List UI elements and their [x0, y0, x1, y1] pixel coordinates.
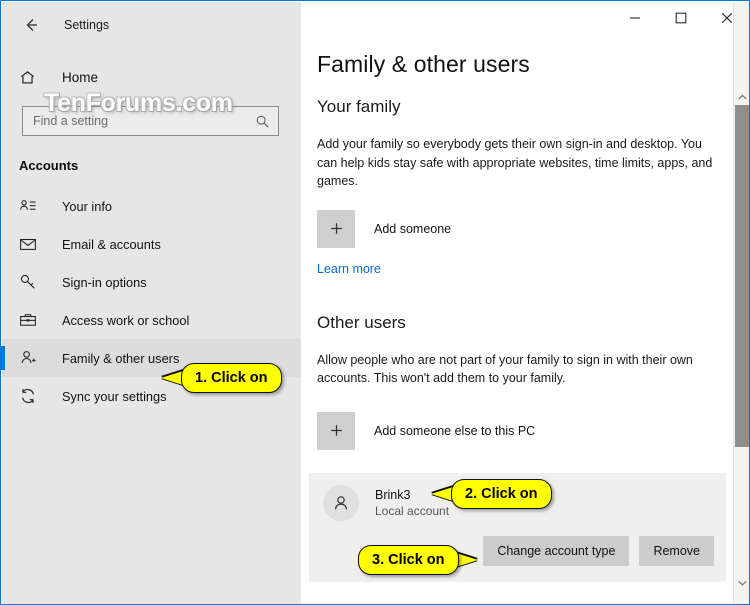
sidebar-item-email-accounts[interactable]: Email & accounts	[2, 225, 301, 263]
sync-icon	[19, 387, 43, 405]
chevron-up-icon[interactable]	[734, 88, 749, 105]
person-add-icon	[19, 349, 43, 367]
callout-3-tail	[456, 553, 478, 567]
sidebar-item-sync-your-settings-label: Sync your settings	[62, 388, 167, 404]
search-placeholder: Find a setting	[33, 114, 109, 128]
sidebar-item-your-info[interactable]: Your info	[2, 187, 301, 225]
minimize-button[interactable]	[612, 2, 658, 34]
plus-icon	[317, 411, 355, 450]
other-users-description: Allow people who are not part of your fa…	[317, 352, 693, 386]
back-arrow-icon[interactable]	[16, 10, 46, 40]
callout-step-2: 2. Click on	[451, 479, 552, 509]
callout-2-tail	[431, 487, 453, 501]
briefcase-icon	[19, 311, 43, 329]
add-someone-button[interactable]: Add someone	[317, 209, 749, 248]
scrollbar-thumb[interactable]	[735, 105, 749, 447]
user-account-type: Local account	[375, 504, 450, 518]
maximize-button[interactable]	[658, 2, 704, 34]
callout-step-1: 1. Click on	[181, 363, 282, 393]
sidebar-item-sign-in-options-label: Sign-in options	[62, 274, 147, 290]
sidebar-item-sign-in-options[interactable]: Sign-in options	[2, 263, 301, 301]
contact-card-icon	[19, 197, 43, 215]
window-title: Settings	[64, 17, 110, 32]
sidebar: Settings Home Find a setting TenForums.c…	[1, 2, 301, 604]
chevron-down-icon[interactable]	[734, 574, 749, 591]
other-users-heading: Other users	[317, 312, 406, 332]
search-icon	[255, 114, 270, 129]
add-someone-label: Add someone	[374, 221, 452, 236]
sidebar-item-access-work-school-label: Access work or school	[62, 312, 190, 328]
envelope-icon	[19, 235, 43, 253]
sidebar-item-home[interactable]: Home	[2, 60, 301, 94]
your-family-description: Add your family so everybody gets their …	[317, 137, 713, 188]
search-area: Find a setting TenForums.com	[22, 89, 301, 136]
sidebar-section-label: Accounts	[19, 158, 79, 173]
sidebar-item-family-other-users-label: Family & other users	[62, 350, 180, 366]
learn-more-link[interactable]: Learn more	[317, 262, 381, 276]
callout-1-tail	[161, 371, 183, 385]
settings-window: Settings Home Find a setting TenForums.c…	[0, 0, 750, 605]
window-controls	[612, 2, 749, 34]
change-account-type-button[interactable]: Change account type	[483, 536, 630, 566]
add-someone-else-button[interactable]: Add someone else to this PC	[317, 411, 749, 450]
home-icon	[19, 69, 43, 86]
sidebar-item-your-info-label: Your info	[62, 198, 113, 214]
page-title: Family & other users	[317, 51, 530, 77]
sidebar-item-email-accounts-label: Email & accounts	[62, 236, 161, 252]
sidebar-item-access-work-school[interactable]: Access work or school	[2, 301, 301, 339]
person-icon	[323, 485, 359, 521]
key-icon	[19, 273, 43, 291]
callout-step-3: 3. Click on	[358, 545, 459, 575]
vertical-scrollbar[interactable]	[733, 2, 749, 604]
plus-icon	[317, 209, 355, 248]
search-input[interactable]: Find a setting	[22, 106, 279, 136]
sidebar-item-home-label: Home	[62, 69, 99, 85]
add-someone-else-label: Add someone else to this PC	[374, 423, 536, 438]
your-family-heading: Your family	[317, 97, 401, 116]
remove-account-button[interactable]: Remove	[639, 536, 714, 566]
content-panel: Family & other users Your family Add you…	[301, 2, 749, 604]
window-titlebar-left: Settings	[2, 2, 301, 47]
